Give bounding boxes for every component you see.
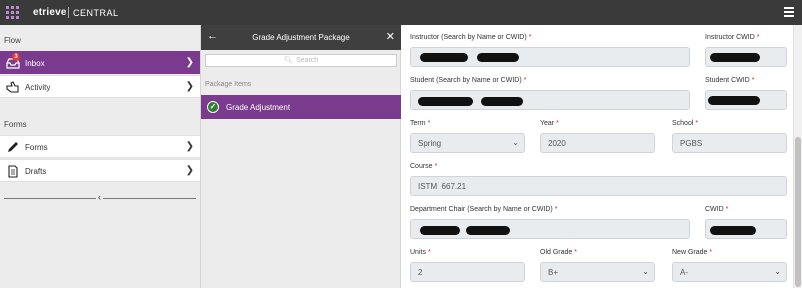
inbox-count-badge: 3 bbox=[12, 53, 20, 61]
search-icon: 🔍︎ bbox=[284, 57, 293, 64]
nav-item-label: Inbox bbox=[25, 59, 45, 68]
brand-divider bbox=[68, 7, 69, 18]
package-panel: ← Grade Adjustment Package ✕ 🔍︎ Search P… bbox=[201, 25, 401, 288]
units-field[interactable]: 2 bbox=[410, 262, 525, 282]
term-select[interactable]: Spring ⌄ bbox=[410, 133, 525, 153]
chevron-down-icon: ⌄ bbox=[642, 267, 649, 276]
package-items-label: Package Items bbox=[205, 81, 252, 88]
redaction bbox=[710, 53, 760, 62]
chevron-down-icon: ⌄ bbox=[774, 267, 781, 276]
redaction bbox=[477, 53, 519, 62]
hamburger-icon[interactable] bbox=[784, 7, 794, 17]
check-circle-icon: ✓ bbox=[207, 101, 219, 113]
nav-item-activity[interactable]: Activity ❯ bbox=[0, 75, 200, 98]
hand-pointer-icon bbox=[6, 81, 20, 94]
form-area: Instructor (Search by Name or CWID) * Ins… bbox=[401, 25, 793, 288]
redaction bbox=[420, 226, 460, 235]
term-value: Spring bbox=[418, 139, 442, 148]
chevron-right-icon: ❯ bbox=[185, 81, 194, 92]
top-bar: etrieve CENTRAL bbox=[0, 0, 802, 25]
nav-item-forms[interactable]: Forms ❯ bbox=[0, 135, 200, 158]
year-value: 2020 bbox=[548, 139, 566, 148]
student-cwid-label: Student CWID * bbox=[705, 77, 755, 84]
units-value: 2 bbox=[418, 268, 423, 277]
package-item-grade-adjustment[interactable]: ✓ Grade Adjustment bbox=[201, 95, 401, 119]
school-value: PGBS bbox=[680, 139, 703, 148]
instructor-label: Instructor (Search by Name or CWID) * bbox=[410, 34, 532, 41]
course-field[interactable]: ISTM 667.21 bbox=[410, 176, 787, 196]
product-name: CENTRAL bbox=[73, 8, 119, 18]
pencil-icon bbox=[6, 141, 20, 154]
new-grade-value: A- bbox=[680, 268, 688, 277]
grid-icon[interactable] bbox=[4, 4, 20, 20]
course-label: Course * bbox=[410, 163, 438, 170]
redaction bbox=[708, 96, 760, 105]
search-placeholder: Search bbox=[296, 57, 319, 64]
brand-logo: etrieve bbox=[33, 7, 67, 18]
old-grade-label: Old Grade * bbox=[540, 249, 578, 256]
package-title: Grade Adjustment Package bbox=[252, 33, 350, 42]
new-grade-select[interactable]: A- ⌄ bbox=[672, 262, 787, 282]
year-field[interactable]: 2020 bbox=[540, 133, 655, 153]
course-value: ISTM 667.21 bbox=[418, 182, 467, 191]
instructor-field[interactable] bbox=[410, 47, 690, 67]
student-field[interactable] bbox=[410, 90, 690, 110]
nav-item-drafts[interactable]: Drafts ❯ bbox=[0, 159, 200, 182]
student-label: Student (Search by Name or CWID) * bbox=[410, 77, 527, 84]
chevron-right-icon: ❯ bbox=[185, 141, 194, 152]
form-scrollbar[interactable] bbox=[793, 25, 802, 288]
left-nav: Flow 3 Inbox ❯ Activity ❯ Forms Forms ❯ … bbox=[0, 25, 201, 288]
dept-chair-field[interactable] bbox=[410, 219, 690, 239]
cwid-label: CWID * bbox=[705, 206, 729, 213]
dept-chair-cwid-field[interactable] bbox=[705, 219, 787, 239]
school-label: School * bbox=[672, 120, 699, 127]
document-icon bbox=[6, 165, 20, 178]
nav-item-inbox[interactable]: 3 Inbox ❯ bbox=[0, 51, 200, 74]
instructor-cwid-field[interactable] bbox=[705, 47, 787, 67]
student-cwid-field[interactable] bbox=[705, 90, 787, 110]
old-grade-value: B+ bbox=[548, 268, 559, 277]
old-grade-select[interactable]: B+ ⌄ bbox=[540, 262, 655, 282]
nav-item-label: Drafts bbox=[25, 167, 47, 176]
redaction bbox=[420, 53, 468, 62]
scrollbar-thumb[interactable] bbox=[795, 137, 801, 287]
units-label: Units * bbox=[410, 249, 431, 256]
package-search-input[interactable]: 🔍︎ Search bbox=[205, 54, 397, 67]
dept-chair-label: Department Chair (Search by Name or CWID… bbox=[410, 206, 558, 213]
redaction bbox=[466, 226, 510, 235]
chevron-down-icon: ⌄ bbox=[512, 138, 519, 147]
redaction bbox=[418, 97, 473, 106]
chevron-right-icon: ❯ bbox=[185, 57, 194, 68]
package-item-label: Grade Adjustment bbox=[226, 103, 291, 112]
flow-section-label: Flow bbox=[4, 36, 21, 45]
forms-section-label: Forms bbox=[4, 120, 27, 129]
nav-item-label: Forms bbox=[25, 143, 48, 152]
redaction bbox=[710, 226, 756, 235]
year-label: Year * bbox=[540, 120, 559, 127]
chevron-right-icon: ❯ bbox=[185, 165, 194, 176]
redaction bbox=[481, 97, 523, 106]
term-label: Term * bbox=[410, 120, 431, 127]
school-field[interactable]: PGBS bbox=[672, 133, 787, 153]
new-grade-label: New Grade * bbox=[672, 249, 713, 256]
package-header: ← Grade Adjustment Package ✕ bbox=[201, 25, 401, 50]
nav-item-label: Activity bbox=[25, 83, 51, 92]
chevron-left-icon[interactable]: ‹ bbox=[96, 192, 103, 202]
close-icon[interactable]: ✕ bbox=[386, 30, 395, 43]
instructor-cwid-label: Instructor CWID * bbox=[705, 34, 760, 41]
